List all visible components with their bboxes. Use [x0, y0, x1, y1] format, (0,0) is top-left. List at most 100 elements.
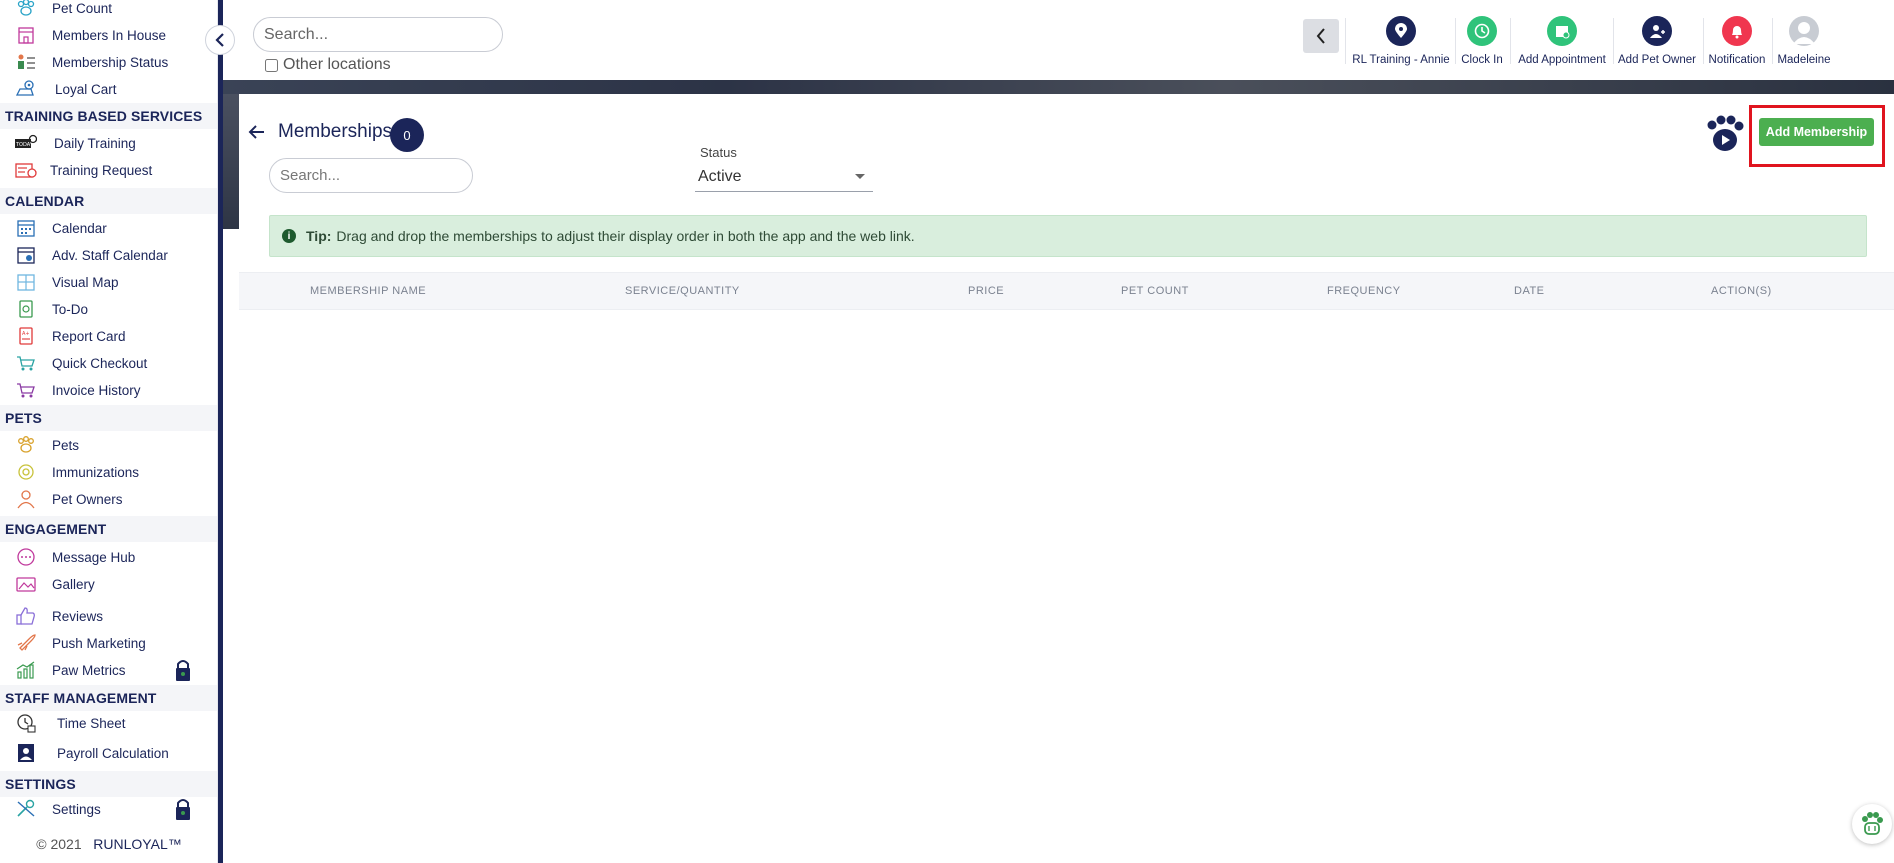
add-pet-owner-label: Add Pet Owner: [1618, 54, 1696, 66]
app-root: Pet Count Members In House Membership St…: [0, 0, 1894, 863]
page-title: Memberships: [278, 121, 393, 142]
sidebar-item-settings[interactable]: Settings: [0, 797, 217, 821]
other-locations-checkbox[interactable]: [265, 58, 278, 72]
topbar-divider: [1455, 18, 1456, 64]
add-appointment-button[interactable]: Add Appointment: [1515, 16, 1609, 66]
location-pin-icon: [1386, 16, 1416, 46]
paw-video-tutorial-icon[interactable]: [1704, 115, 1746, 153]
sidebar-item-label: Invoice History: [52, 382, 141, 398]
back-arrow-icon[interactable]: [247, 122, 267, 142]
global-search-input[interactable]: [253, 17, 503, 52]
calendar-icon: [17, 220, 35, 237]
column-header-price[interactable]: PRICE: [968, 285, 1004, 297]
sidebar-item-daily-training[interactable]: TODAY Daily Training: [0, 131, 217, 155]
column-header-frequency[interactable]: FREQUENCY: [1327, 285, 1401, 297]
column-header-membership-name[interactable]: MEMBERSHIP NAME: [310, 285, 426, 297]
help-chat-button[interactable]: [1852, 804, 1892, 844]
sidebar-item-gallery[interactable]: Gallery: [0, 572, 217, 596]
sidebar-item-reviews[interactable]: Reviews: [0, 604, 217, 628]
sidebar-item-label: Payroll Calculation: [57, 745, 169, 761]
invoice-history-icon: [17, 383, 35, 398]
copyright-text: © 2021: [36, 836, 82, 852]
location-switcher[interactable]: RL Training - Annie: [1351, 16, 1451, 66]
topbar-divider: [1703, 18, 1704, 64]
column-header-pet-count[interactable]: PET COUNT: [1121, 285, 1189, 297]
todo-icon: [19, 300, 33, 318]
status-filter-select[interactable]: Active: [695, 162, 873, 192]
sidebar-item-quick-checkout[interactable]: Quick Checkout: [0, 351, 217, 375]
status-filter-label: Status: [700, 145, 737, 160]
sidebar-footer: © 2021 RUNLOYAL™: [0, 836, 217, 858]
sidebar-item-members-in-house[interactable]: Members In House: [0, 23, 217, 47]
sidebar-item-label: Paw Metrics: [52, 662, 126, 678]
sidebar-item-message-hub[interactable]: Message Hub: [0, 545, 217, 569]
membership-count-badge: 0: [390, 118, 424, 152]
sidebar-item-label: Members In House: [52, 27, 167, 43]
banner-edge: [223, 94, 239, 229]
sidebar-item-payroll-calculation[interactable]: Payroll Calculation: [0, 741, 217, 765]
sidebar-item-invoice-history[interactable]: Invoice History: [0, 378, 217, 402]
clock-in-button[interactable]: Clock In: [1458, 16, 1506, 66]
membership-search-input[interactable]: [269, 158, 473, 193]
sidebar: Pet Count Members In House Membership St…: [0, 0, 218, 863]
sidebar-collapse-button[interactable]: [205, 25, 235, 55]
sidebar-section-staff-management: STAFF MANAGEMENT: [0, 685, 217, 711]
sidebar-item-to-do[interactable]: To-Do: [0, 297, 217, 321]
add-person-icon: [1642, 16, 1672, 46]
sidebar-item-pet-owners[interactable]: Pet Owners: [0, 487, 217, 511]
tip-label: Tip:: [306, 228, 332, 244]
sidebar-item-label: Visual Map: [52, 274, 119, 290]
daily-training-icon: TODAY: [15, 134, 37, 148]
sidebar-item-report-card[interactable]: A+ Report Card: [0, 324, 217, 348]
topbar-back-button[interactable]: [1303, 19, 1339, 53]
rocket-icon: [17, 634, 36, 651]
sidebar-item-pet-count[interactable]: Pet Count: [0, 0, 217, 20]
memberships-panel: Memberships 0 Status Active Add Membersh…: [239, 94, 1894, 863]
person-icon: [17, 490, 35, 509]
tip-text: Drag and drop the memberships to adjust …: [336, 228, 915, 244]
user-name-label: Madeleine: [1777, 54, 1831, 66]
sidebar-item-pets[interactable]: Pets: [0, 433, 217, 457]
top-bar: Other locations RL Training - Annie Cloc…: [223, 0, 1894, 80]
sidebar-item-calendar[interactable]: Calendar: [0, 216, 217, 240]
notification-button[interactable]: Notification: [1706, 16, 1768, 66]
svg-text:A+: A+: [22, 331, 30, 337]
sidebar-item-label: Gallery: [52, 576, 95, 592]
add-pet-owner-button[interactable]: Add Pet Owner: [1616, 16, 1698, 66]
sidebar-item-immunizations[interactable]: Immunizations: [0, 460, 217, 484]
topbar-divider: [1613, 18, 1614, 64]
sidebar-section-engagement: ENGAGEMENT: [0, 516, 217, 542]
sidebar-item-label: Pet Owners: [52, 491, 123, 507]
sidebar-item-paw-metrics[interactable]: Paw Metrics: [0, 658, 217, 682]
user-profile-button[interactable]: Madeleine: [1776, 16, 1832, 66]
sidebar-item-membership-status[interactable]: Membership Status: [0, 50, 217, 74]
sidebar-item-time-sheet[interactable]: Time Sheet: [0, 711, 217, 735]
sidebar-item-label: Training Request: [50, 162, 153, 178]
sidebar-item-label: Time Sheet: [57, 715, 126, 731]
svg-text:TODAY: TODAY: [15, 142, 34, 148]
lock-icon: [176, 799, 190, 820]
add-membership-button[interactable]: Add Membership: [1759, 118, 1874, 146]
sidebar-item-adv-staff-calendar[interactable]: Adv. Staff Calendar: [0, 243, 217, 267]
sidebar-item-label: Membership Status: [52, 54, 169, 70]
add-appointment-label: Add Appointment: [1518, 54, 1606, 66]
sidebar-item-visual-map[interactable]: Visual Map: [0, 270, 217, 294]
other-locations-label: Other locations: [283, 56, 391, 73]
column-header-service-quantity[interactable]: SERVICE/QUANTITY: [625, 285, 740, 297]
other-locations-toggle[interactable]: Other locations: [265, 56, 391, 74]
loyal-cart-icon: [15, 80, 34, 96]
sidebar-item-push-marketing[interactable]: Push Marketing: [0, 631, 217, 655]
topbar-divider: [1345, 18, 1346, 64]
avatar-icon: [1789, 16, 1819, 46]
gallery-icon: [16, 577, 36, 592]
sidebar-section-pets: PETS: [0, 405, 217, 431]
sidebar-item-label: Daily Training: [54, 135, 136, 151]
cart-icon: [17, 356, 35, 371]
sidebar-item-label: To-Do: [52, 301, 89, 317]
sidebar-item-training-request[interactable]: Training Request: [0, 158, 217, 182]
membership-status-icon: [18, 54, 35, 69]
column-header-date[interactable]: DATE: [1514, 285, 1545, 297]
sidebar-item-label: Pets: [52, 437, 80, 453]
header-banner: [223, 80, 1894, 94]
sidebar-item-loyal-cart[interactable]: Loyal Cart: [0, 77, 217, 101]
